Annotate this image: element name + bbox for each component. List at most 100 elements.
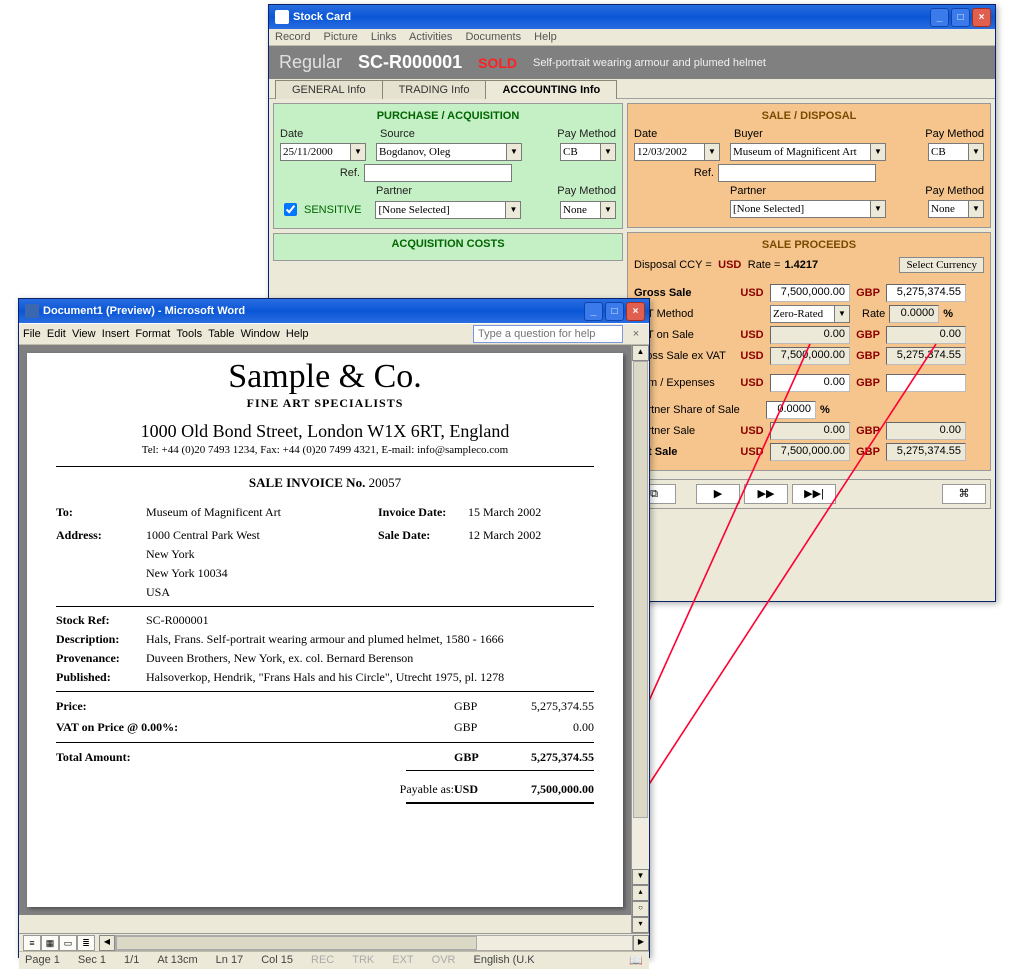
word-maximize-button[interactable]: □	[605, 302, 624, 321]
company-name: Sample & Co.	[56, 358, 594, 396]
doc-page: Sample & Co. FINE ART SPECIALISTS 1000 O…	[27, 353, 623, 907]
vscrollbar[interactable]: ▲ ▼ ▴ ○ ▾	[631, 345, 649, 933]
status-ln: Ln 17	[216, 954, 244, 967]
purchase-source-input[interactable]: ▼	[376, 143, 522, 161]
scroll-thumb[interactable]	[633, 361, 648, 818]
tab-accounting[interactable]: ACCOUNTING Info	[485, 80, 617, 99]
menu-help[interactable]: Help	[286, 328, 309, 340]
net-usd: 7,500,000.00	[770, 443, 850, 461]
hscroll-right-icon[interactable]: ▶	[633, 935, 649, 951]
sale-paymethod2-input[interactable]: ▼	[928, 200, 984, 218]
scroll-up-icon[interactable]: ▲	[632, 345, 649, 361]
browse-prev-icon[interactable]: ▴	[632, 885, 649, 901]
paymethod-label: Pay Method	[557, 128, 616, 140]
browse-obj-icon[interactable]: ○	[632, 901, 649, 917]
nav-last-button[interactable]: ▶▶|	[792, 484, 836, 504]
sale-panel: SALE / DISPOSAL Date Buyer Pay Method ▼ …	[627, 103, 991, 228]
purchase-date-input[interactable]: ▼	[280, 143, 366, 161]
menubar: Record Picture Links Activities Document…	[269, 29, 995, 46]
browse-next-icon[interactable]: ▾	[632, 917, 649, 933]
nav-link-button[interactable]: ⌘	[942, 484, 986, 504]
purchase-panel: PURCHASE / ACQUISITION Date Source Pay M…	[273, 103, 623, 229]
titlebar[interactable]: Stock Card _ □ ×	[269, 5, 995, 29]
normal-view-icon[interactable]: ≡	[23, 935, 41, 951]
status-book-icon[interactable]: 📖	[629, 954, 643, 967]
source-label: Source	[380, 128, 500, 140]
status-rec: REC	[311, 954, 334, 967]
web-view-icon[interactable]: ▦	[41, 935, 59, 951]
purchase-paymethod2-input[interactable]: ▼	[560, 201, 616, 219]
tab-general[interactable]: GENERAL Info	[275, 80, 383, 99]
sale-partner-input[interactable]: ▼	[730, 200, 886, 218]
hscroll-left-icon[interactable]: ◀	[99, 935, 115, 951]
menu-activities[interactable]: Activities	[409, 31, 452, 43]
scroll-down-icon[interactable]: ▼	[632, 869, 649, 885]
select-currency-button[interactable]: Select Currency	[899, 257, 984, 273]
help-search-input[interactable]	[473, 325, 623, 343]
minimize-button[interactable]: _	[930, 8, 949, 27]
maximize-button[interactable]: □	[951, 8, 970, 27]
psale-usd: 0.00	[770, 422, 850, 440]
nav-next-button[interactable]: ▶	[696, 484, 740, 504]
menu-help[interactable]: Help	[534, 31, 557, 43]
vrate-value[interactable]: 0.0000	[889, 305, 939, 323]
close-button[interactable]: ×	[972, 8, 991, 27]
sale-partner-label: Partner	[730, 185, 766, 197]
hscroll-thumb[interactable]	[116, 936, 477, 950]
buyer-label: Buyer	[734, 128, 763, 140]
word-titlebar[interactable]: Document1 (Preview) - Microsoft Word _ □…	[19, 299, 649, 323]
status-ext: EXT	[392, 954, 413, 967]
pshare-value[interactable]: 0.0000	[766, 401, 816, 419]
invoice-price-table: Price:GBP5,275,374.55 VAT on Price @ 0.0…	[56, 696, 594, 738]
sale-paymethod-input[interactable]: ▼	[928, 143, 984, 161]
com-usd[interactable]: 0.00	[770, 374, 850, 392]
vat-method-input[interactable]: ▼	[770, 305, 850, 323]
nav-fwd-button[interactable]: ▶▶	[744, 484, 788, 504]
sensitive-checkbox[interactable]	[284, 203, 297, 216]
gross-usd-ccy: USD	[738, 287, 766, 299]
outline-view-icon[interactable]: ≣	[77, 935, 95, 951]
purchase-partner-input[interactable]: ▼	[375, 201, 521, 219]
company-address: 1000 Old Bond Street, London W1X 6RT, En…	[56, 421, 594, 442]
menu-links[interactable]: Links	[371, 31, 397, 43]
menu-insert[interactable]: Insert	[102, 328, 130, 340]
disposal-ccy-label: Disposal CCY =	[634, 259, 712, 271]
com-gbp[interactable]	[886, 374, 966, 392]
menu-table[interactable]: Table	[208, 328, 234, 340]
purchase-ref-input[interactable]	[364, 164, 512, 182]
status-page: Page 1	[25, 954, 60, 967]
hscroll-track[interactable]	[115, 935, 633, 951]
invoice-payable-table: Payable as:USD7,500,000.00	[56, 779, 594, 800]
word-window: Document1 (Preview) - Microsoft Word _ □…	[18, 298, 650, 958]
menu-record[interactable]: Record	[275, 31, 310, 43]
sale-buyer-input[interactable]: ▼	[730, 143, 886, 161]
close-doc-icon[interactable]: ×	[627, 328, 645, 340]
company-contact: Tel: +44 (0)20 7493 1234, Fax: +44 (0)20…	[56, 444, 594, 456]
window-title: Stock Card	[293, 11, 928, 23]
paymethod2-label: Pay Method	[557, 185, 616, 197]
gross-usd-value[interactable]: 7,500,000.00	[770, 284, 850, 302]
tab-trading[interactable]: TRADING Info	[382, 80, 487, 99]
stock-category: Regular	[279, 52, 342, 73]
menu-picture[interactable]: Picture	[324, 31, 358, 43]
acq-costs-panel: ACQUISITION COSTS	[273, 233, 623, 261]
word-minimize-button[interactable]: _	[584, 302, 603, 321]
menu-window[interactable]: Window	[241, 328, 280, 340]
word-close-button[interactable]: ×	[626, 302, 645, 321]
menu-format[interactable]: Format	[135, 328, 170, 340]
menu-file[interactable]: File	[23, 328, 41, 340]
menu-tools[interactable]: Tools	[176, 328, 202, 340]
sale-date-input[interactable]: ▼	[634, 143, 720, 161]
print-view-icon[interactable]: ▭	[59, 935, 77, 951]
sale-ref-input[interactable]	[718, 164, 876, 182]
purchase-title: PURCHASE / ACQUISITION	[280, 110, 616, 122]
acq-costs-title: ACQUISITION COSTS	[280, 238, 616, 250]
menu-view[interactable]: View	[72, 328, 96, 340]
stock-code: SC-R000001	[358, 52, 462, 73]
psale-gbp: 0.00	[886, 422, 966, 440]
sale-ref-label: Ref.	[634, 167, 714, 179]
word-statusbar: Page 1 Sec 1 1/1 At 13cm Ln 17 Col 15 RE…	[19, 951, 649, 969]
purchase-paymethod-input[interactable]: ▼	[560, 143, 616, 161]
menu-documents[interactable]: Documents	[465, 31, 521, 43]
menu-edit[interactable]: Edit	[47, 328, 66, 340]
